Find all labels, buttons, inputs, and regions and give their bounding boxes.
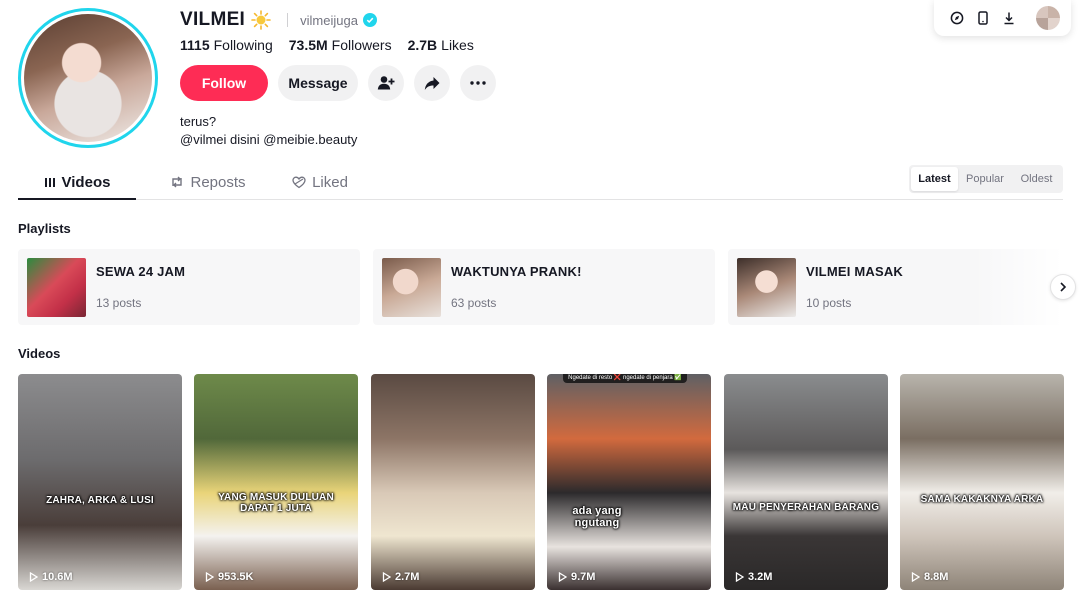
tab-label: Liked — [312, 173, 348, 191]
playlist-card[interactable]: WAKTUNYA PRANK! 63 posts — [373, 249, 715, 325]
share-icon — [424, 76, 440, 90]
playlist-title: VILMEI MASAK — [806, 264, 904, 279]
profile-actions: Follow Message — [180, 65, 496, 101]
video-caption: YANG MASUK DULUAN DAPAT 1 JUTA — [218, 492, 334, 514]
top-toolbar — [934, 0, 1071, 36]
sort-latest[interactable]: Latest — [911, 167, 958, 191]
video-views: 953.5K — [205, 571, 253, 583]
heart-icon — [292, 176, 306, 188]
tab-label: Reposts — [190, 173, 246, 191]
playlist-title: SEWA 24 JAM — [96, 264, 186, 279]
divider — [287, 13, 289, 27]
playlist-count: 63 posts — [451, 296, 497, 310]
playlist-thumbnail — [382, 257, 441, 317]
profile-tabs: Videos Reposts Liked — [18, 164, 1063, 200]
video-views: 3.2M — [735, 571, 772, 583]
profile-username: VILMEI — [180, 9, 246, 30]
avatar-image — [24, 14, 152, 142]
video-views: 9.7M — [558, 571, 595, 583]
playlist-count: 13 posts — [96, 296, 142, 310]
playlist-thumbnail — [27, 257, 86, 317]
view-count: 2.7M — [395, 571, 420, 583]
playlist-card[interactable]: SEWA 24 JAM 13 posts — [18, 249, 360, 325]
video-views: 10.6M — [29, 571, 73, 583]
bio-line: @vilmei disini @meibie.beauty — [180, 132, 358, 147]
play-icon — [29, 572, 38, 582]
mobile-icon[interactable] — [970, 5, 996, 31]
view-count: 8.8M — [924, 571, 949, 583]
view-count: 10.6M — [42, 571, 73, 583]
follow-button[interactable]: Follow — [180, 65, 268, 101]
stat-label: Followers — [331, 37, 392, 53]
playlist-thumbnail — [737, 257, 796, 317]
tab-videos[interactable]: Videos — [18, 164, 136, 200]
stat-label: Following — [213, 37, 273, 53]
videos-heading: Videos — [18, 346, 61, 361]
play-icon — [735, 572, 744, 582]
playlist-count: 10 posts — [806, 296, 852, 310]
play-icon — [558, 572, 567, 582]
tab-liked[interactable]: Liked — [280, 164, 360, 200]
user-avatar[interactable] — [1036, 6, 1060, 30]
play-icon — [911, 572, 920, 582]
download-icon[interactable] — [996, 5, 1022, 31]
stat-value: 2.7B — [407, 37, 438, 53]
sort-toggle: Latest Popular Oldest — [909, 165, 1063, 193]
stat-likes: 2.7B Likes — [408, 37, 474, 53]
video-topbar: Ngedate di resto ❌ ngedate di penjara ✅ — [563, 374, 687, 383]
playlists-row: SEWA 24 JAM 13 posts WAKTUNYA PRANK! 63 … — [18, 249, 1063, 325]
playlists-heading: Playlists — [18, 221, 71, 236]
grid-icon — [44, 178, 55, 187]
compass-icon[interactable] — [944, 5, 970, 31]
video-card[interactable]: SAMA KAKAKNYA ARKA 8.8M — [900, 374, 1064, 590]
video-card[interactable]: ZAHRA, ARKA & LUSI 10.6M — [18, 374, 182, 590]
stat-followers[interactable]: 73.5M Followers — [289, 37, 392, 53]
more-options-button[interactable] — [460, 65, 496, 101]
profile-bio: terus? @vilmei disini @meibie.beauty — [180, 113, 357, 149]
profile-handle: vilmeijuga — [300, 12, 358, 28]
video-card[interactable]: Ngedate di resto ❌ ngedate di penjara ✅ … — [547, 374, 711, 590]
video-caption: ada yang ngutang — [572, 505, 622, 529]
profile-avatar[interactable] — [18, 8, 158, 148]
stat-label: Likes — [441, 37, 474, 53]
video-views: 2.7M — [382, 571, 419, 583]
view-count: 9.7M — [571, 571, 596, 583]
repost-icon — [172, 176, 183, 188]
sort-oldest[interactable]: Oldest — [1012, 167, 1061, 191]
profile-header: VILMEI vilmeijuga — [180, 9, 377, 31]
video-caption: ZAHRA, ARKA & LUSI — [46, 495, 154, 506]
add-user-icon — [377, 76, 395, 90]
video-card[interactable]: YANG MASUK DULUAN DAPAT 1 JUTA 953.5K — [194, 374, 358, 590]
playlist-title: WAKTUNYA PRANK! — [451, 264, 582, 279]
stat-value: 73.5M — [288, 37, 328, 53]
video-caption: MAU PENYERAHAN BARANG — [732, 502, 880, 513]
video-caption: SAMA KAKAKNYA ARKA — [920, 494, 1044, 505]
tab-label: Videos — [61, 173, 111, 191]
stat-following[interactable]: 1115 Following — [180, 37, 273, 53]
stat-value: 1115 — [180, 37, 210, 53]
play-icon — [382, 572, 391, 582]
view-count: 953.5K — [218, 571, 254, 583]
sort-popular[interactable]: Popular — [958, 167, 1012, 191]
verified-badge-icon — [362, 13, 377, 27]
playlist-next-button[interactable] — [1050, 274, 1076, 300]
bio-line: terus? — [180, 114, 217, 129]
more-icon — [470, 81, 486, 85]
video-grid: ZAHRA, ARKA & LUSI 10.6M YANG MASUK DULU… — [18, 374, 1064, 590]
add-friend-button[interactable] — [368, 65, 404, 101]
play-icon — [205, 572, 214, 582]
video-views: 8.8M — [911, 571, 948, 583]
video-card[interactable]: 2.7M — [371, 374, 535, 590]
video-card[interactable]: MAU PENYERAHAN BARANG 3.2M — [724, 374, 888, 590]
profile-stats: 1115 Following 73.5M Followers 2.7B Likes — [180, 37, 474, 53]
view-count: 3.2M — [748, 571, 773, 583]
share-button[interactable] — [414, 65, 450, 101]
sun-icon — [251, 10, 271, 30]
tab-reposts[interactable]: Reposts — [158, 164, 258, 200]
active-tab-indicator — [18, 198, 136, 200]
message-button[interactable]: Message — [278, 65, 358, 101]
chevron-right-icon — [1060, 282, 1067, 292]
